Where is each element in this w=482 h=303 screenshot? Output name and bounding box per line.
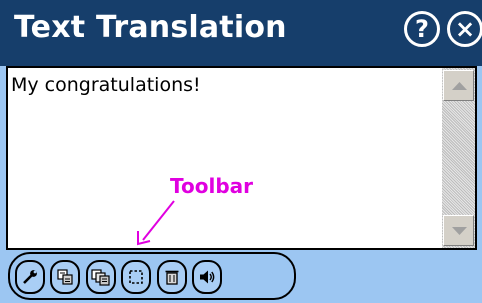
translate-button[interactable] [50,260,80,294]
arrow-up-icon [452,82,467,90]
speak-button[interactable] [192,260,222,294]
wrench-button[interactable] [15,260,45,294]
close-button[interactable]: × [447,11,482,47]
select-button[interactable] [121,260,151,294]
scroll-down-button[interactable] [443,215,474,246]
title-bar: Text Translation ? × [0,0,482,66]
arrow-down-icon [452,227,467,235]
window-title: Text Translation [14,10,287,45]
translation-text: My congratulations! [11,74,201,96]
translation-text-area[interactable]: My congratulations! [6,66,477,250]
scroll-up-button[interactable] [443,70,474,101]
text-translation-window: Text Translation ? × My congratulations!… [0,0,482,303]
translate-all-button[interactable] [86,260,116,294]
close-icon: × [454,15,476,43]
delete-button[interactable] [157,260,187,294]
trash-icon [165,270,179,285]
translate-icon [57,269,73,285]
translate-all-icon [91,269,110,286]
select-icon [129,270,143,284]
help-button[interactable]: ? [404,11,440,47]
annotation-arrow-icon [137,200,175,246]
vertical-scrollbar[interactable] [442,68,475,248]
help-icon: ? [415,15,429,43]
wrench-icon [23,270,37,284]
toolbar-annotation-label: Toolbar [170,174,253,198]
speaker-icon [200,270,215,284]
